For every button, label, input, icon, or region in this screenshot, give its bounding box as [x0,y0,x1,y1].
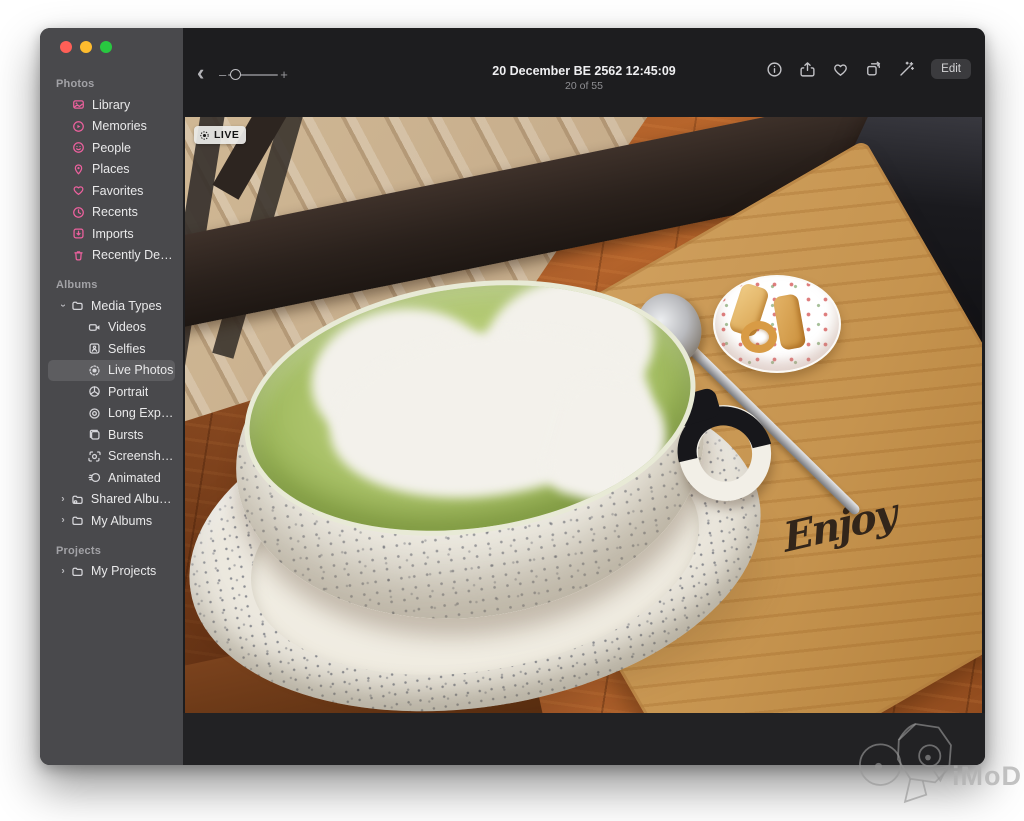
page: Photos Library Memories People Places [0,0,1024,821]
sidebar-item-label: People [92,141,131,155]
live-photo-icon [199,130,210,141]
window-controls [60,41,112,53]
sidebar-item-videos[interactable]: Videos [48,317,175,339]
sidebar-item-imports[interactable]: Imports [48,223,175,245]
animated-icon [88,471,101,484]
sidebar-item-live-photos[interactable]: Live Photos [48,360,175,382]
sidebar-item-label: Favorites [92,184,143,198]
folder-icon [71,514,84,527]
videos-icon [88,321,101,334]
sidebar-item-my-albums[interactable]: › My Albums [48,510,175,532]
watermark: iMoD [852,708,1022,816]
share-icon[interactable] [799,61,816,78]
edit-button[interactable]: Edit [931,59,971,79]
people-icon [72,141,85,154]
sidebar-item-label: Imports [92,227,134,241]
sidebar: Photos Library Memories People Places [40,28,183,765]
recents-clock-icon [72,206,85,219]
sidebar-item-long-exposure[interactable]: Long Exposure [48,403,175,425]
sidebar-item-label: Recents [92,205,138,219]
sidebar-header-projects: Projects [40,539,183,561]
sidebar-item-bursts[interactable]: Bursts [48,424,175,446]
folder-icon [71,299,84,312]
live-photo-badge[interactable]: LIVE [194,126,246,144]
sidebar-item-label: Long Exposure [108,406,175,420]
sidebar-header-albums: Albums [40,273,183,295]
sidebar-item-label: My Albums [91,514,152,528]
screenshots-icon [88,450,101,463]
watermark-label: iMoD [952,761,1022,792]
curled-cookie [741,321,777,353]
sidebar-item-recents[interactable]: Recents [48,202,175,224]
sidebar-item-label: Selfies [108,342,146,356]
live-photos-icon [88,364,101,377]
sidebar-item-recently-deleted[interactable]: Recently Deleted [48,245,175,267]
sidebar-item-animated[interactable]: Animated [48,467,175,489]
sidebar-item-label: Library [92,98,130,112]
chevron-right-icon[interactable]: › [58,493,68,504]
long-exposure-icon [88,407,101,420]
auto-enhance-icon[interactable] [898,61,915,78]
owl-logo-icon [852,710,958,814]
sidebar-item-selfies[interactable]: Selfies [48,338,175,360]
sidebar-item-favorites[interactable]: Favorites [48,180,175,202]
sidebar-item-portrait[interactable]: Portrait [48,381,175,403]
toolbar: ‹ – + 20 December BE 2562 12:45:09 20 of… [183,28,985,117]
info-icon[interactable] [766,61,783,78]
sidebar-item-label: Bursts [108,428,143,442]
close-button[interactable] [60,41,72,53]
trash-icon [72,249,85,262]
sidebar-item-my-projects[interactable]: › My Projects [48,561,175,583]
favorites-heart-icon [72,184,85,197]
sidebar-item-label: Animated [108,471,161,485]
sidebar-item-label: Screenshots [108,449,175,463]
favorite-heart-icon[interactable] [832,61,849,78]
sidebar-header-photos: Photos [40,72,183,94]
sidebar-scroll: Photos Library Memories People Places [40,68,183,765]
main-content: ‹ – + 20 December BE 2562 12:45:09 20 of… [183,28,985,765]
sidebar-item-label: Videos [108,320,146,334]
sidebar-item-label: Media Types [91,299,162,313]
sidebar-item-places[interactable]: Places [48,159,175,181]
imports-icon [72,227,85,240]
sidebar-item-shared-albums[interactable]: › Shared Albums [48,489,175,511]
sidebar-item-library[interactable]: Library [48,94,175,116]
sidebar-item-label: Recently Deleted [92,248,175,262]
sidebar-item-label: Places [92,162,130,176]
chevron-right-icon[interactable]: › [58,565,68,576]
photos-app-window: Photos Library Memories People Places [40,28,985,765]
sidebar-item-label: Live Photos [108,363,173,377]
chevron-down-icon[interactable]: › [58,301,69,311]
minimize-button[interactable] [80,41,92,53]
portrait-icon [88,385,101,398]
sidebar-item-label: Memories [92,119,147,133]
sidebar-item-media-types[interactable]: › Media Types [48,295,175,317]
folder-icon [71,565,84,578]
toolbar-actions: Edit [766,59,971,79]
library-icon [72,98,85,111]
rotate-icon[interactable] [865,61,882,78]
selfies-icon [88,342,101,355]
sidebar-item-screenshots[interactable]: Screenshots [48,446,175,468]
places-icon [72,163,85,176]
memories-icon [72,120,85,133]
chevron-right-icon[interactable]: › [58,515,68,526]
shared-folder-icon [71,493,84,506]
bursts-icon [88,428,101,441]
sidebar-item-memories[interactable]: Memories [48,116,175,138]
sidebar-item-label: My Projects [91,564,156,578]
zoom-button[interactable] [100,41,112,53]
sidebar-item-people[interactable]: People [48,137,175,159]
live-badge-label: LIVE [214,129,239,141]
sidebar-item-label: Shared Albums [91,492,175,506]
photo-canvas[interactable]: Enjoy [185,117,982,713]
sidebar-item-label: Portrait [108,385,148,399]
photo-counter: 20 of 55 [183,80,985,92]
